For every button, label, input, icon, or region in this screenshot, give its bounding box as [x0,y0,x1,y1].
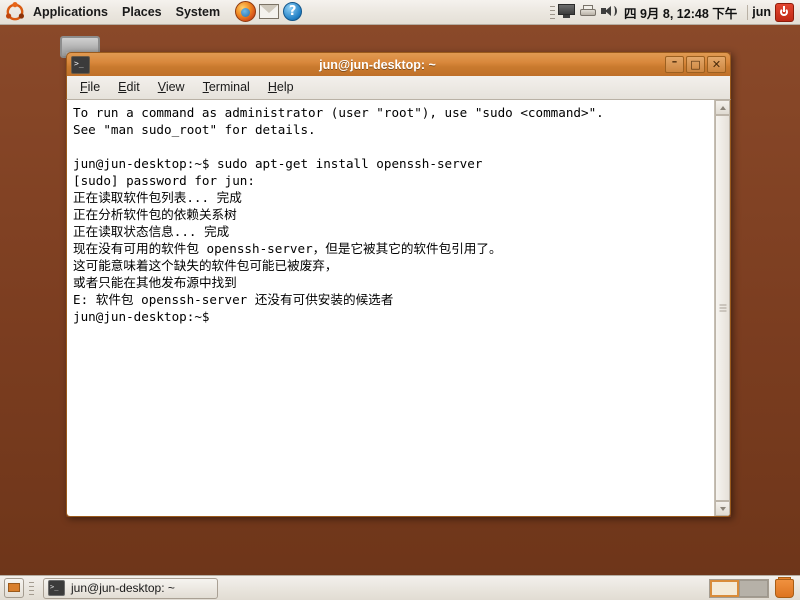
menu-help-mnemonic: H [267,80,277,94]
terminal-line: See "man sudo_root" for details. [73,122,316,137]
taskbar-window-label: jun@jun-desktop: ~ [71,581,175,595]
show-desktop-icon[interactable] [4,578,24,598]
panel-menu-group[interactable]: Applications Places System [26,0,227,25]
menu-terminal[interactable]: Terminal [194,78,259,97]
trash-icon[interactable] [775,576,794,598]
terminal-line: 或者只能在其他发布源中找到 [73,275,237,290]
mail-icon [259,4,280,19]
help-icon [283,2,303,21]
scroll-down-icon[interactable] [715,501,730,516]
window-title-bar[interactable]: jun@jun-desktop: ~ – □ ✕ [66,52,731,76]
menu-edit-mnemonic: E [118,80,127,94]
menu-system[interactable]: System [169,2,227,23]
terminal-line: jun@jun-desktop:~$ [73,309,210,324]
terminal-line: jun@jun-desktop:~$ sudo apt-get install … [73,156,483,171]
network-monitor-tray-icon[interactable] [558,3,576,21]
terminal-line: 这可能意味着这个缺失的软件包可能已被废弃， [73,258,338,273]
printer-icon [579,4,597,19]
window-menu-bar[interactable]: File Edit View Terminal Help [66,76,731,100]
scrollbar-thumb[interactable] [715,115,730,501]
menu-file-mnemonic: F [80,80,88,94]
taskbar-window-button[interactable]: jun@jun-desktop: ~ [43,577,218,599]
firefox-icon [235,1,257,22]
firefox-launcher[interactable] [235,1,257,23]
minimize-button[interactable]: – [665,56,684,73]
terminal-line: 正在分析软件包的依赖关系树 [73,207,237,222]
workspace-1[interactable] [710,579,739,597]
terminal-body[interactable]: To run a command as administrator (user … [66,100,731,517]
menu-view-rest: iew [165,80,185,94]
minimize-icon: – [671,55,678,68]
scroll-up-icon[interactable] [715,100,730,115]
workspace-switcher[interactable] [709,578,769,598]
window-title: jun@jun-desktop: ~ [319,57,436,72]
ubuntu-logo-icon[interactable] [5,2,25,22]
close-button[interactable]: ✕ [707,56,726,73]
printer-tray-icon[interactable] [579,4,597,21]
bottom-panel[interactable]: jun@jun-desktop: ~ [0,575,800,600]
menu-applications[interactable]: Applications [26,2,115,23]
system-tray[interactable] [558,3,618,21]
menu-file-rest: ile [87,80,101,94]
monitor-icon [558,3,575,19]
volume-icon [600,4,617,19]
workspace-2[interactable] [739,579,768,597]
terminal-line: To run a command as administrator (user … [73,105,604,120]
menu-file[interactable]: File [71,78,109,97]
desktop[interactable]: T Applications Places System [0,0,800,600]
mail-launcher[interactable] [259,1,281,23]
panel-launchers[interactable] [235,1,305,23]
menu-edit[interactable]: Edit [109,78,149,97]
menu-places[interactable]: Places [115,2,169,23]
power-icon[interactable] [775,2,794,22]
menu-help-rest: elp [276,80,294,94]
clock[interactable]: 四 9月 8, 12:48 下午 [618,3,743,22]
user-menu[interactable]: jun [752,5,775,19]
maximize-button[interactable]: □ [686,56,705,73]
taskbar-grip-handle[interactable] [29,581,34,595]
terminal-line: [sudo] password for jun: [73,173,255,188]
terminal-line: 现在没有可用的软件包 openssh-server，但是它被其它的软件包引用了。 [73,241,502,256]
window-controls[interactable]: – □ ✕ [665,56,726,73]
menu-view-mnemonic: V [157,80,166,94]
terminal-scrollbar[interactable] [714,100,730,516]
terminal-output[interactable]: To run a command as administrator (user … [67,100,714,516]
panel-separator [747,4,749,20]
terminal-line: E: 软件包 openssh-server 还没有可供安装的候选者 [73,292,394,307]
close-icon: ✕ [711,58,722,71]
scrollbar-track[interactable] [715,115,730,501]
terminal-line: 正在读取状态信息... 完成 [73,224,230,239]
maximize-icon: □ [690,58,701,71]
terminal-line: 正在读取软件包列表... 完成 [73,190,242,205]
menu-terminal-rest: erminal [208,80,250,94]
menu-help[interactable]: Help [259,78,303,97]
volume-tray-icon[interactable] [600,4,618,21]
help-launcher[interactable] [283,1,305,23]
top-panel[interactable]: Applications Places System 四 9月 8, 12:48… [0,0,800,25]
menu-edit-rest: dit [126,80,140,94]
menu-view[interactable]: View [149,78,194,97]
tray-grip-handle[interactable] [550,5,555,19]
terminal-window[interactable]: jun@jun-desktop: ~ – □ ✕ File Edit View … [66,52,731,517]
terminal-icon [48,580,65,596]
terminal-icon [71,55,90,74]
